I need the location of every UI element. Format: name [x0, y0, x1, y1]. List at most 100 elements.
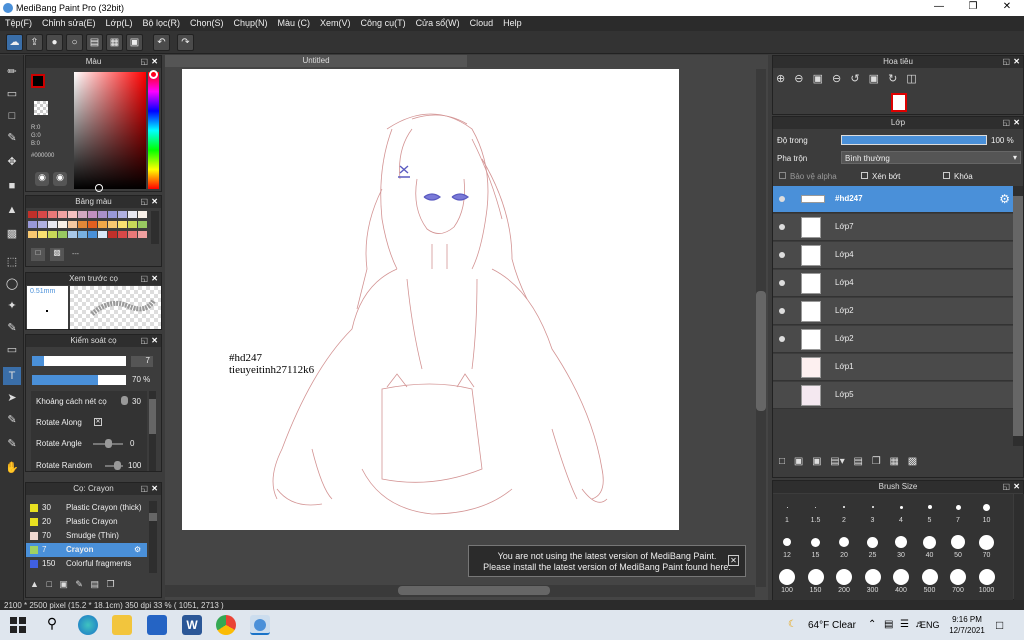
layer-row[interactable]: Lớp4: [773, 270, 1013, 297]
gear-icon[interactable]: ⚙: [134, 543, 141, 557]
protect-alpha-checkbox[interactable]: [779, 172, 786, 179]
brush-size-dot[interactable]: [807, 569, 824, 585]
hue-handle[interactable]: [149, 70, 158, 79]
layer-list-scrollbar[interactable]: [1013, 186, 1023, 446]
notification-icon[interactable]: □: [996, 618, 1003, 632]
palette-swatch[interactable]: [48, 231, 57, 238]
brush-size-dot[interactable]: [899, 505, 903, 509]
palette-swatch[interactable]: [108, 211, 117, 218]
brush-size-dot[interactable]: [871, 506, 874, 508]
hue-slider[interactable]: [148, 72, 159, 189]
horizontal-scrollbar[interactable]: [165, 585, 755, 597]
brush-size-grid[interactable]: 1 1.5 2 3 4 5 7 10 12 15 20 25 30 40 50 70 100 150 200 300 4…: [773, 494, 1013, 600]
dock-icon[interactable]: ◱: [140, 56, 148, 68]
close-icon[interactable]: ✕: [1013, 56, 1020, 68]
layer-row[interactable]: Lớp4: [773, 242, 1013, 269]
clipping-checkbox[interactable]: [861, 172, 868, 179]
palette-swatch[interactable]: [118, 211, 127, 218]
palette-swatch[interactable]: [88, 211, 97, 218]
menu-select[interactable]: Chọn(S): [185, 16, 229, 28]
palette-swatch[interactable]: [108, 221, 117, 228]
dock-icon[interactable]: ◱: [140, 335, 148, 347]
layer-row[interactable]: Lớp7: [773, 214, 1013, 241]
operation-tool-icon[interactable]: ➤: [3, 389, 21, 407]
new-halftone-layer-icon[interactable]: ▣: [794, 456, 803, 467]
palette-swatch[interactable]: [38, 221, 47, 228]
palette-swatch[interactable]: [138, 211, 147, 218]
brush-list-scrollbar[interactable]: [149, 501, 157, 573]
lock-checkbox[interactable]: [943, 172, 950, 179]
transparent-color-swatch[interactable]: [34, 101, 48, 115]
select-eraser-tool-icon[interactable]: ▭: [3, 341, 21, 359]
palette-swatch[interactable]: [138, 231, 147, 238]
close-icon[interactable]: ✕: [1013, 117, 1020, 129]
chevron-up-icon[interactable]: ⌃: [868, 619, 876, 630]
redo-icon[interactable]: ↷: [177, 34, 194, 51]
saturation-brightness-picker[interactable]: [74, 72, 146, 189]
minimize-button[interactable]: —: [924, 1, 954, 12]
close-icon[interactable]: ✕: [151, 483, 158, 495]
palette-swatch[interactable]: [28, 231, 37, 238]
maximize-button[interactable]: ❐: [958, 1, 988, 12]
drawing-canvas[interactable]: #hd247 tieuyeitinh27112k6: [182, 69, 679, 530]
menu-help[interactable]: Help: [498, 16, 527, 28]
dock-icon[interactable]: ◱: [1002, 56, 1010, 68]
eyedropper-tool-icon[interactable]: ✎: [3, 411, 21, 429]
palette-swatch[interactable]: [88, 231, 97, 238]
duplicate-layer-icon[interactable]: ❐: [872, 456, 881, 467]
eye-icon[interactable]: [779, 336, 785, 342]
close-icon[interactable]: ✕: [151, 273, 158, 285]
palette-swatch[interactable]: [38, 231, 47, 238]
brush-size-dot[interactable]: [923, 535, 936, 549]
new-8bit-layer-icon[interactable]: ▣: [812, 456, 821, 467]
bucket-tool-icon[interactable]: ▲: [3, 201, 21, 219]
undo-icon[interactable]: ↶: [153, 34, 170, 51]
brush-size-dot[interactable]: [893, 569, 909, 585]
gradient-tool-icon[interactable]: ▩: [3, 225, 21, 243]
select-tool-icon[interactable]: ⬚: [3, 253, 21, 271]
menu-capture[interactable]: Chụp(N): [229, 16, 273, 28]
windows-start-icon[interactable]: [8, 615, 28, 635]
move-tool-icon[interactable]: ✥: [3, 153, 21, 171]
foreground-color-swatch[interactable]: [31, 74, 45, 88]
brush-size-dot[interactable]: [927, 505, 932, 509]
magic-wand-tool-icon[interactable]: ✦: [3, 297, 21, 315]
menu-edit[interactable]: Chỉnh sửa(E): [37, 16, 101, 28]
brush-size-dot[interactable]: [921, 569, 938, 585]
palette-swatch[interactable]: [48, 211, 57, 218]
menu-window[interactable]: Cửa sổ(W): [411, 16, 465, 28]
vertical-scrollbar[interactable]: [756, 69, 766, 587]
dock-icon[interactable]: ◱: [140, 483, 148, 495]
dock-icon[interactable]: ◱: [140, 196, 148, 208]
text-tool-icon[interactable]: T: [3, 367, 21, 385]
system-clock[interactable]: 9:16 PM 12/7/2021: [945, 614, 989, 636]
protect-alpha-option[interactable]: Bảo vệ alpha: [779, 172, 837, 181]
palette-swatch[interactable]: [128, 221, 137, 228]
palette-swatch[interactable]: [78, 211, 87, 218]
select-pen-tool-icon[interactable]: ✎: [3, 319, 21, 337]
brush-item[interactable]: 150 Colorful fragments: [26, 557, 147, 571]
search-icon[interactable]: ⚲: [42, 615, 62, 635]
palette-swatch[interactable]: [108, 231, 117, 238]
spacing-slider-handle[interactable]: [121, 396, 128, 405]
upload-icon[interactable]: ⇪: [26, 34, 43, 51]
rotate-along-checkbox[interactable]: ✕: [94, 418, 102, 426]
brush-size-dot[interactable]: [979, 534, 994, 550]
document-tab[interactable]: Untitled: [165, 55, 467, 67]
grid-icon[interactable]: ▦: [106, 34, 123, 51]
zoom-in-icon[interactable]: ⊕: [776, 73, 785, 85]
fill-rect-tool-icon[interactable]: ■: [3, 177, 21, 195]
dock-icon[interactable]: ◱: [1002, 481, 1010, 493]
palette-swatch[interactable]: [118, 231, 127, 238]
new-brush-icon[interactable]: □: [46, 579, 51, 589]
palette-scrollbar[interactable]: [151, 211, 159, 244]
close-button[interactable]: ✕: [992, 1, 1022, 12]
palette-swatch[interactable]: [38, 211, 47, 218]
color-picker-cursor[interactable]: [95, 184, 103, 192]
zoom-out-icon[interactable]: ⊖: [794, 73, 803, 85]
palette-swatch[interactable]: [68, 211, 77, 218]
rotate-angle-handle[interactable]: [105, 439, 112, 448]
brush-size-dot[interactable]: [978, 569, 995, 585]
language-indicator[interactable]: ENG: [920, 620, 940, 630]
palette-swatch[interactable]: [128, 211, 137, 218]
